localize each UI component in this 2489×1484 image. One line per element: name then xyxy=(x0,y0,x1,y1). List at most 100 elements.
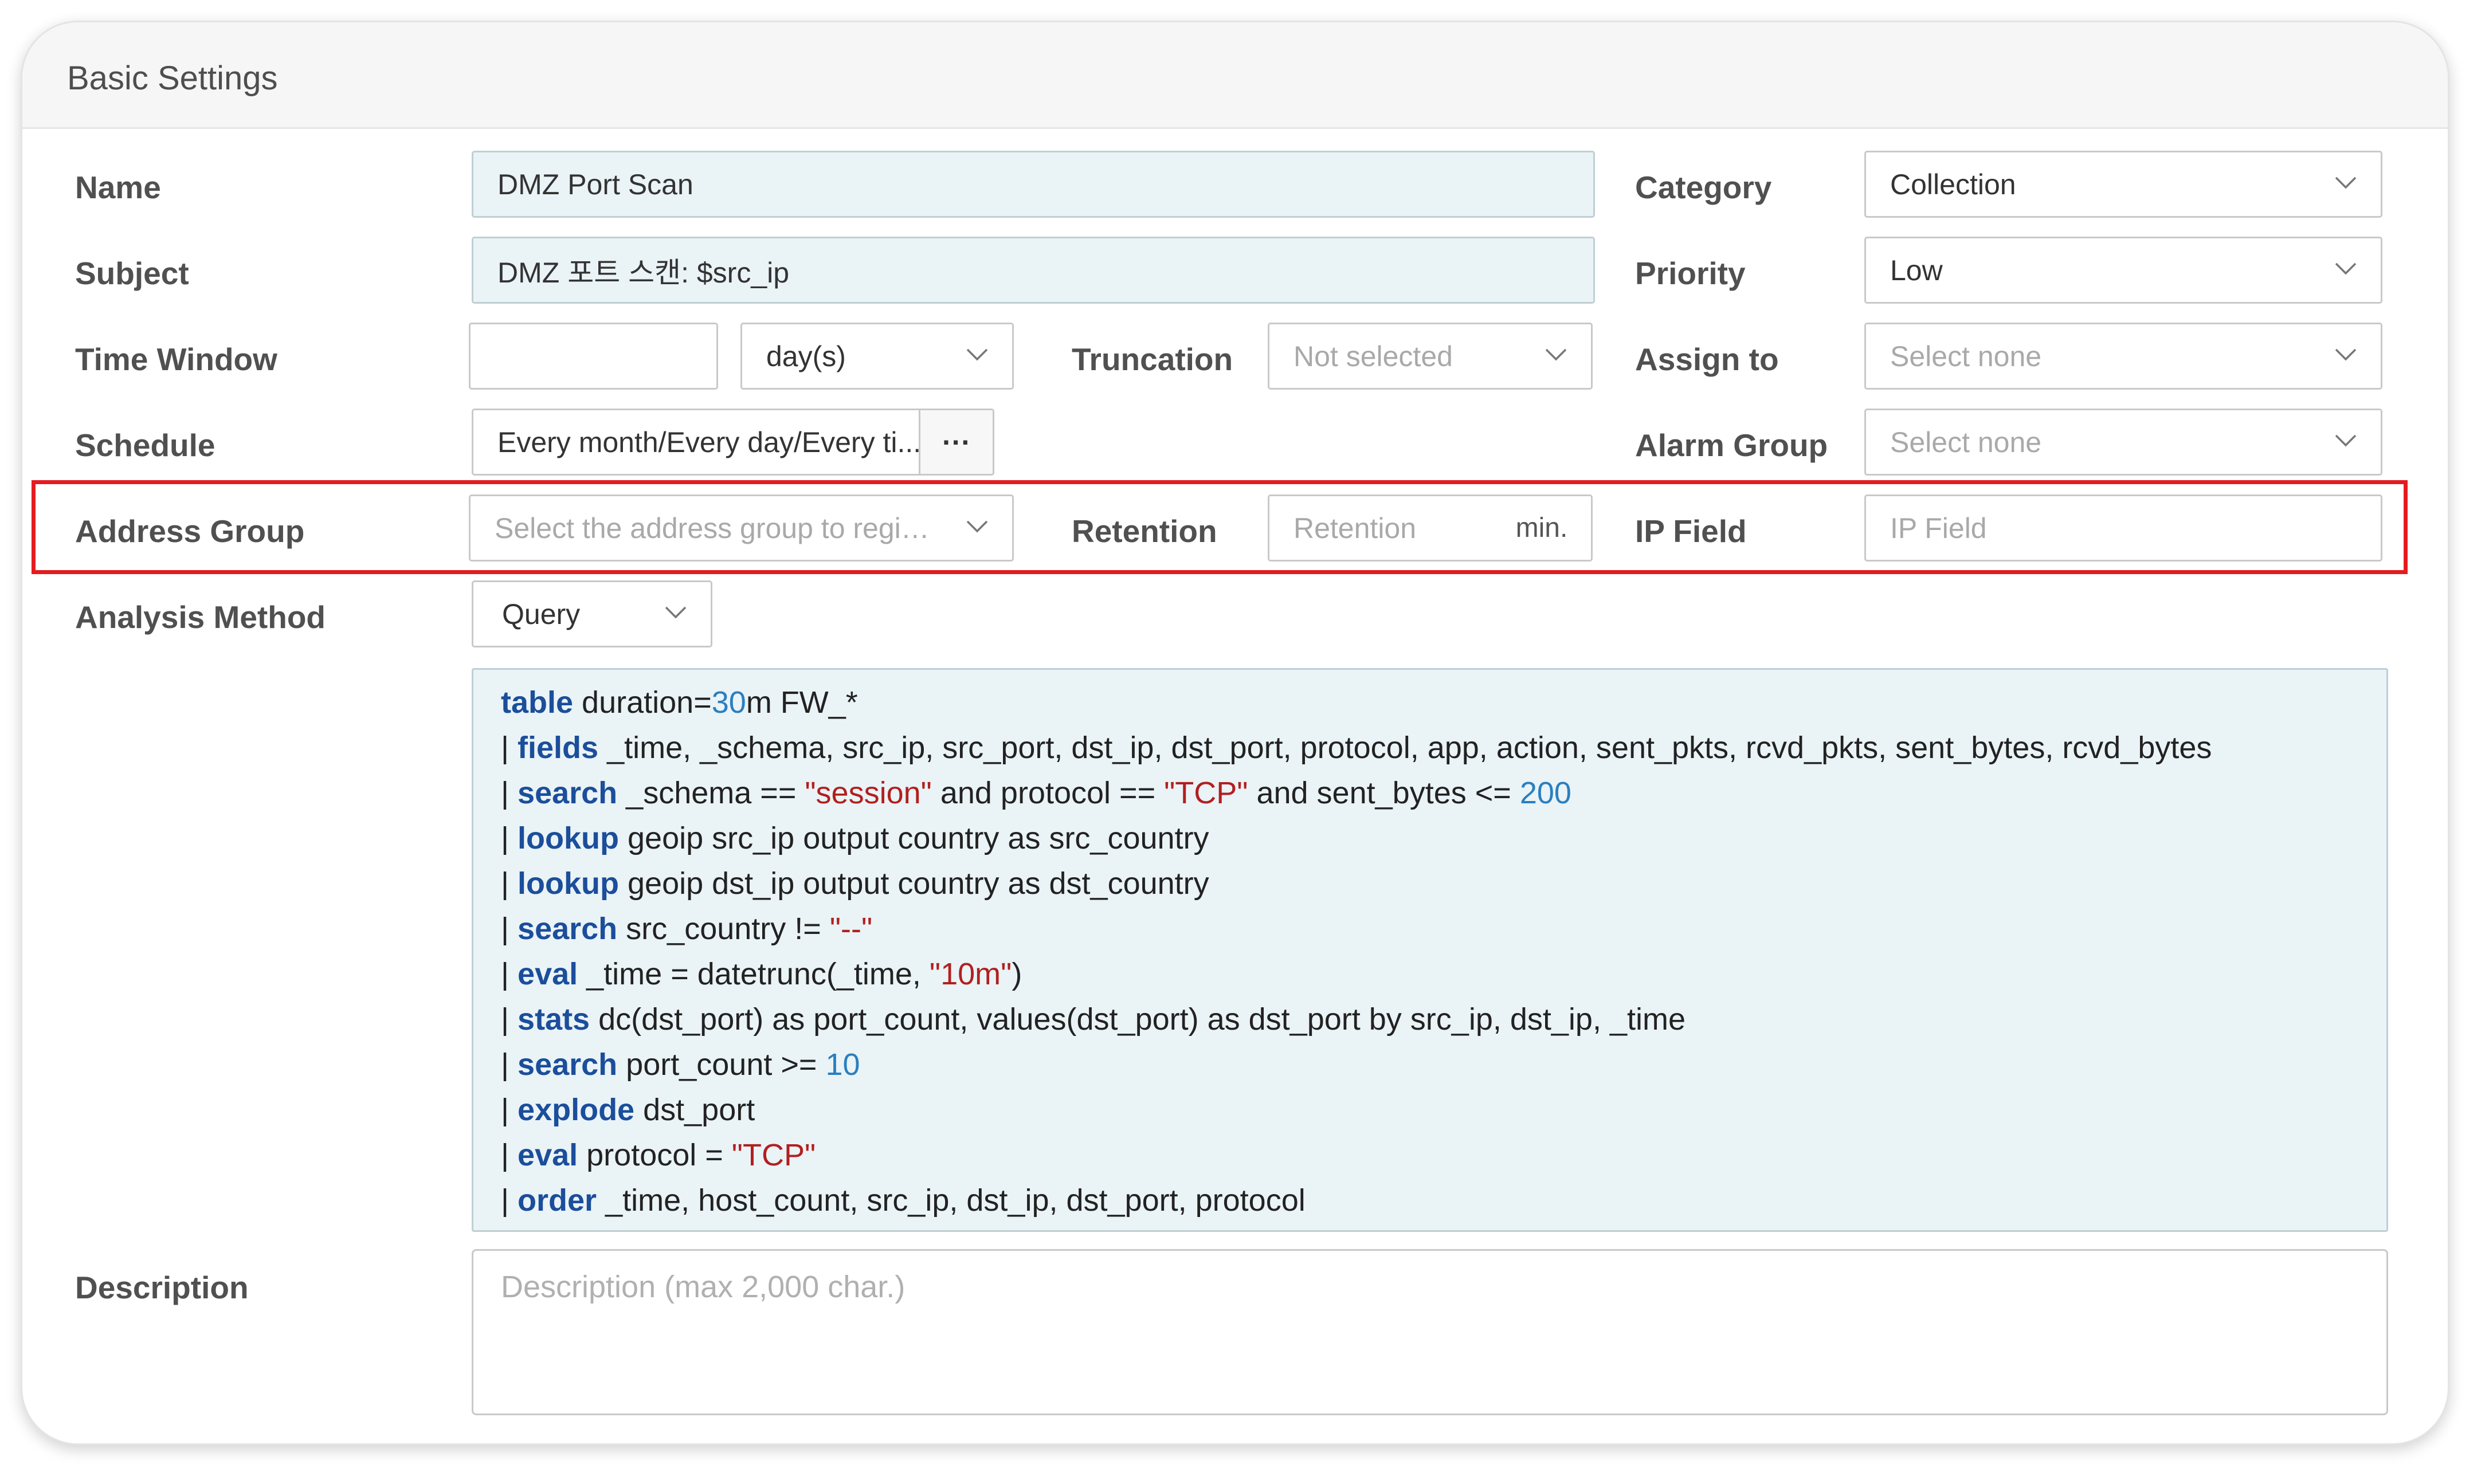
chevron-down-icon xyxy=(665,606,687,619)
query-keyword: order xyxy=(518,1183,597,1218)
schedule-more-button[interactable]: ··· xyxy=(919,409,994,476)
query-text: dst_port xyxy=(634,1093,755,1127)
query-line: | eval protocol = "TCP" xyxy=(501,1133,2386,1178)
schedule-input[interactable]: Every month/Every day/Every ti... xyxy=(472,409,920,476)
schedule-value: Every month/Every day/Every ti... xyxy=(497,426,920,458)
query-text: dc(dst_port) as port_count, values(dst_p… xyxy=(590,1002,1686,1037)
query-keyword: fields xyxy=(518,731,599,765)
query-text: ) xyxy=(1012,957,1022,991)
category-value: Collection xyxy=(1890,168,2016,201)
time-unit-value: day(s) xyxy=(766,340,846,372)
query-number: 10 xyxy=(825,1047,860,1082)
query-text: _time, _schema, src_ip, src_port, dst_ip… xyxy=(598,731,2212,765)
query-keyword: search xyxy=(518,776,618,810)
query-editor[interactable]: table duration=30m FW_* | fields _time, _… xyxy=(472,668,2388,1232)
chevron-down-icon xyxy=(2335,348,2357,361)
query-number: 200 xyxy=(1519,776,1571,810)
schedule-label: Schedule xyxy=(75,427,215,463)
assign-to-label: Assign to xyxy=(1635,341,1779,377)
query-keyword: table xyxy=(501,685,574,720)
name-label: Name xyxy=(75,170,161,205)
query-text: and sent_bytes <= xyxy=(1248,776,1520,810)
query-line: | fields _time, _schema, src_ip, src_por… xyxy=(501,725,2386,771)
more-dots-icon: ··· xyxy=(942,426,971,458)
query-line: | search src_country != "--" xyxy=(501,906,2386,952)
chevron-down-icon xyxy=(2335,434,2357,447)
query-line: | search _schema == "session" and protoc… xyxy=(501,771,2386,816)
query-keyword: lookup xyxy=(518,866,620,901)
query-text: | xyxy=(501,1138,518,1172)
description-placeholder: Description (max 2,000 char.) xyxy=(501,1270,906,1304)
query-keyword: search xyxy=(518,1047,618,1082)
query-text: geoip dst_ip output country as dst_count… xyxy=(619,866,1209,901)
category-label: Category xyxy=(1635,170,1772,205)
query-keyword: lookup xyxy=(518,821,620,855)
query-line: | explode dst_port xyxy=(501,1088,2386,1133)
query-string: "--" xyxy=(829,912,873,946)
subject-value: DMZ 포트 스캔: $src_ip xyxy=(497,256,790,289)
analysis-method-value: Query xyxy=(502,598,581,630)
truncation-label: Truncation xyxy=(1072,341,1233,377)
assign-to-select[interactable]: Select none xyxy=(1864,323,2382,390)
query-string: "TCP" xyxy=(1164,776,1248,810)
query-line: | stats dc(dst_port) as port_count, valu… xyxy=(501,997,2386,1042)
chevron-down-icon xyxy=(1545,348,1567,361)
query-text: _time = datetrunc(_time, xyxy=(578,957,930,991)
query-line: | lookup geoip dst_ip output country as … xyxy=(501,861,2386,906)
query-text: | xyxy=(501,1002,518,1037)
time-unit-select[interactable]: day(s) xyxy=(740,323,1014,390)
query-string: "10m" xyxy=(929,957,1012,991)
query-string: "TCP" xyxy=(731,1138,816,1172)
query-text: | xyxy=(501,912,518,946)
query-text: duration= xyxy=(573,685,712,720)
query-text: _schema == xyxy=(617,776,805,810)
name-input[interactable]: DMZ Port Scan xyxy=(472,151,1595,218)
time-window-label: Time Window xyxy=(75,341,277,377)
panel-header: Basic Settings xyxy=(22,22,2448,129)
description-textarea[interactable]: Description (max 2,000 char.) xyxy=(472,1249,2388,1415)
alarm-group-label: Alarm Group xyxy=(1635,427,1828,463)
alarm-group-select[interactable]: Select none xyxy=(1864,409,2382,476)
query-text: | xyxy=(501,1183,518,1218)
chevron-down-icon xyxy=(2335,176,2357,189)
description-label: Description xyxy=(75,1270,249,1305)
time-window-input[interactable] xyxy=(469,323,718,390)
query-keyword: eval xyxy=(518,957,578,991)
query-text: m FW_* xyxy=(746,685,858,720)
name-value: DMZ Port Scan xyxy=(497,168,693,201)
subject-input[interactable]: DMZ 포트 스캔: $src_ip xyxy=(472,237,1595,304)
chevron-down-icon xyxy=(2335,262,2357,275)
highlight-box xyxy=(32,480,2408,574)
query-string: "session" xyxy=(805,776,932,810)
query-text: | xyxy=(501,776,518,810)
query-keyword: search xyxy=(518,912,618,946)
query-number: 30 xyxy=(711,685,746,720)
chevron-down-icon xyxy=(966,348,988,361)
query-text: | xyxy=(501,821,518,855)
category-select[interactable]: Collection xyxy=(1864,151,2382,218)
query-text: geoip src_ip output country as src_count… xyxy=(619,821,1209,855)
priority-select[interactable]: Low xyxy=(1864,237,2382,304)
query-text: port_count >= xyxy=(617,1047,826,1082)
subject-label: Subject xyxy=(75,256,189,291)
query-text: | xyxy=(501,1047,518,1082)
truncation-value: Not selected xyxy=(1294,340,1453,372)
query-text: | xyxy=(501,957,518,991)
query-text: | xyxy=(501,731,518,765)
query-keyword: explode xyxy=(518,1093,635,1127)
query-text: protocol = xyxy=(578,1138,732,1172)
query-text: _time, host_count, src_ip, dst_ip, dst_p… xyxy=(597,1183,1306,1218)
query-line: | lookup geoip src_ip output country as … xyxy=(501,816,2386,861)
query-line: | search port_count >= 10 xyxy=(501,1042,2386,1088)
query-keyword: stats xyxy=(518,1002,590,1037)
alarm-group-placeholder: Select none xyxy=(1890,426,2042,458)
query-line: table duration=30m FW_* xyxy=(501,680,2386,725)
query-text: | xyxy=(501,1093,518,1127)
analysis-method-select[interactable]: Query xyxy=(472,580,712,647)
truncation-select[interactable]: Not selected xyxy=(1268,323,1593,390)
assign-to-placeholder: Select none xyxy=(1890,340,2042,372)
query-line: | eval _time = datetrunc(_time, "10m") xyxy=(501,952,2386,997)
query-text: src_country != xyxy=(617,912,830,946)
priority-value: Low xyxy=(1890,254,1943,286)
query-text: | xyxy=(501,866,518,901)
